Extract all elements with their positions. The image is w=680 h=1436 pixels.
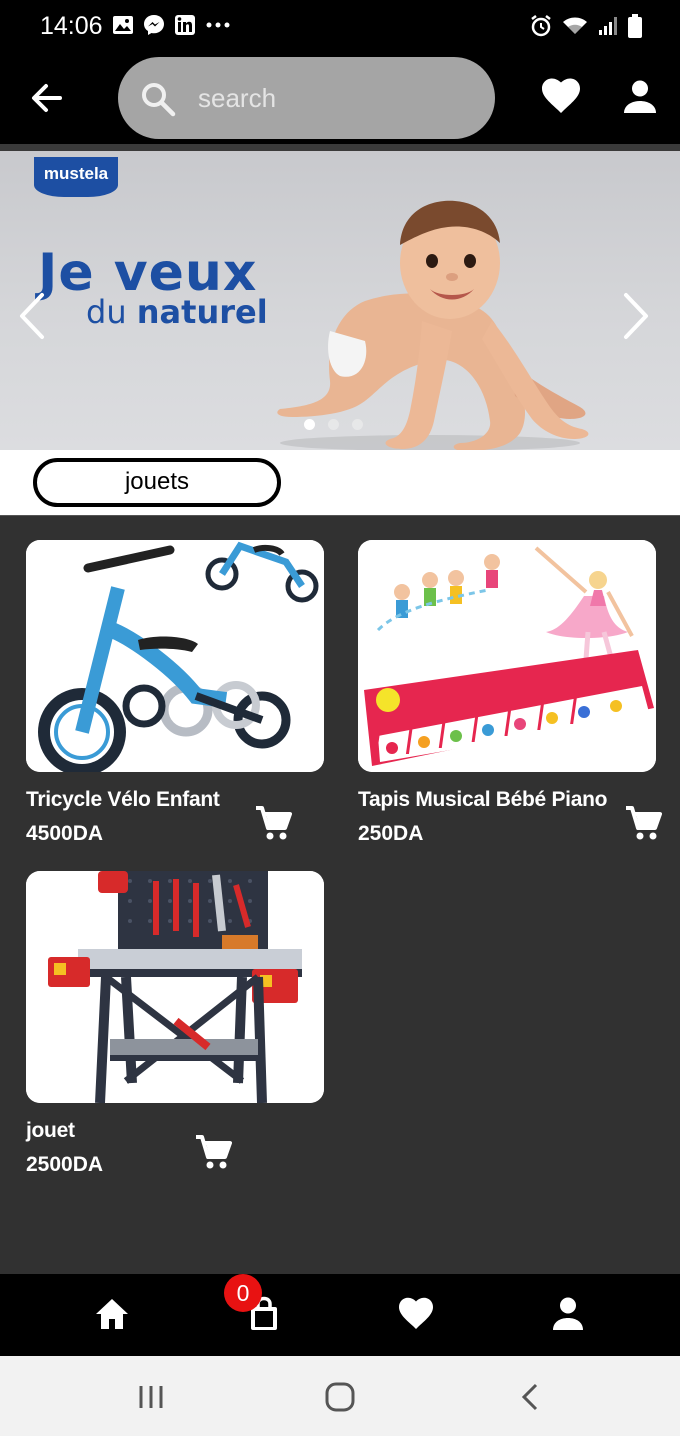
search-input[interactable] [198,76,468,120]
battery-icon [628,14,642,38]
product-grid: Tricycle Vélo Enfant 4500DA Tapis Musica… [0,516,680,1274]
carousel-indicators [304,419,363,430]
alarm-icon [531,15,551,37]
category-chip-jouets[interactable]: jouets [33,458,281,507]
category-bar: jouets [0,450,680,516]
brand-logo: mustela [34,157,118,197]
image-icon [113,16,133,34]
carousel-next-icon[interactable] [620,291,654,341]
product-price: 2500DA [26,1153,104,1176]
messenger-icon [144,15,164,35]
signal-icon [599,17,617,35]
recent-apps-icon[interactable] [134,1380,168,1414]
product-name: jouet [26,1119,75,1142]
baby-photo [277,200,589,450]
product-image-piano-mat[interactable] [358,540,656,772]
product-image-workbench[interactable] [26,871,324,1103]
product-price: 250DA [358,822,424,845]
heart-icon[interactable] [541,77,581,117]
product-name: Tapis Musical Bébé Piano [358,788,608,811]
home-icon[interactable] [94,1296,130,1332]
user-icon[interactable] [550,1296,586,1332]
product-price: 4500DA [26,822,104,845]
app-bar [0,52,680,144]
add-to-cart-icon[interactable] [194,1133,232,1171]
product-name: Tricycle Vélo Enfant [26,788,220,811]
status-time: 14:06 [40,12,103,40]
banner-subline-light: du [86,293,127,331]
banner-subline: du naturel [86,293,268,331]
product-card[interactable]: Tricycle Vélo Enfant 4500DA [26,540,326,850]
add-to-cart-icon[interactable] [254,804,292,842]
search-icon[interactable] [140,81,176,117]
back-arrow-icon[interactable] [26,78,66,118]
linkedin-icon [175,15,195,35]
status-bar: 14:06 [0,0,680,52]
banner-subline-bold: naturel [136,293,268,331]
home-button-icon[interactable] [323,1380,357,1414]
status-notification-icons [112,14,231,36]
system-back-icon[interactable] [514,1380,548,1414]
add-to-cart-icon[interactable] [624,804,662,842]
cart-count-badge: 0 [224,1274,262,1312]
bottom-navigation: 0 [0,1274,680,1356]
carousel-dot[interactable] [352,419,363,430]
promo-banner-carousel[interactable]: mustela Je veux du naturel [0,144,680,450]
product-card[interactable]: Tapis Musical Bébé Piano 250DA [358,540,662,850]
product-image-tricycle[interactable] [26,540,324,772]
system-navigation-bar [0,1356,680,1436]
product-card[interactable]: jouet 2500DA [26,871,326,1181]
wifi-icon [563,17,587,34]
carousel-prev-icon[interactable] [14,291,48,341]
heart-icon[interactable] [398,1296,434,1332]
user-icon[interactable] [622,79,658,115]
more-dots-icon [206,22,230,28]
status-system-icons [529,14,642,38]
carousel-dot[interactable] [304,419,315,430]
search-bar[interactable] [118,57,495,139]
carousel-dot[interactable] [328,419,339,430]
